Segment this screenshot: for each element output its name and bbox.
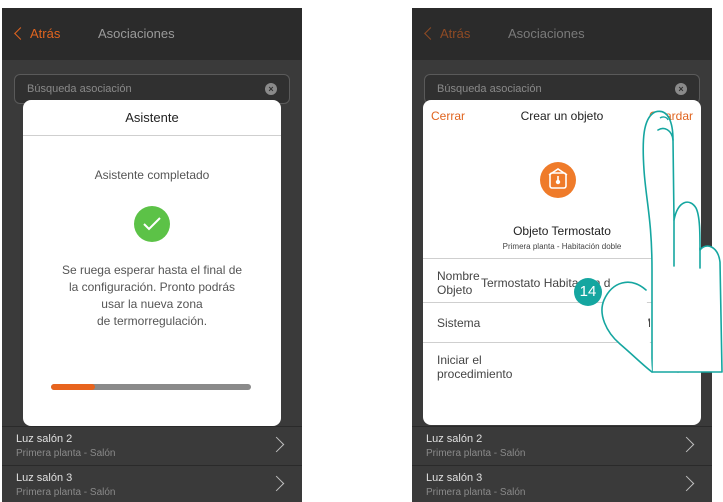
field-label: Nombre Objeto xyxy=(437,269,480,297)
chevron-left-icon xyxy=(424,27,437,40)
field-label-line: Iniciar el xyxy=(437,353,482,367)
search-placeholder: Búsqueda asociación xyxy=(27,83,132,95)
progress-fill xyxy=(51,384,95,390)
search-placeholder: Búsqueda asociación xyxy=(437,83,542,95)
object-title: Objeto Termostato xyxy=(513,224,611,238)
page-title: Asociaciones xyxy=(98,26,175,41)
chevron-right-icon xyxy=(670,275,686,291)
back-button[interactable]: Atrás xyxy=(14,26,61,41)
list-item[interactable]: Luz salón 3 Primera planta - Salón xyxy=(412,465,712,502)
chevron-right-icon xyxy=(678,475,695,492)
chevron-right-icon xyxy=(670,358,686,374)
progress-bar xyxy=(51,384,251,390)
save-button[interactable]: Guardar xyxy=(649,109,693,123)
message-line: usar la nueva zona xyxy=(101,297,203,311)
create-object-dialog: Crear un objeto Cerrar Guardar Objeto Te… xyxy=(423,100,701,425)
chevron-right-icon xyxy=(268,436,285,453)
object-name-field[interactable]: Nombre Objeto Termostato Habitación d xyxy=(423,258,701,302)
right-phone-screen: Atrás Asociaciones Búsqueda asociación ×… xyxy=(412,8,712,502)
message-line: Se ruega esperar hasta el final de xyxy=(61,263,243,277)
dialog-message: Se ruega esperar hasta el final de la co… xyxy=(37,262,267,330)
list-item-location: Primera planta - Salón xyxy=(426,448,526,459)
dialog-subtitle: Asistente completado xyxy=(94,168,210,182)
field-label: Iniciar el procedimiento xyxy=(437,353,512,381)
list-item-name: Luz salón 3 xyxy=(16,472,73,484)
system-field[interactable]: Sistema MyHOME xyxy=(423,302,701,342)
thermostat-icon xyxy=(540,162,576,198)
checkmark-icon xyxy=(134,206,170,242)
object-location: Primera planta - Habitación doble xyxy=(502,242,622,251)
close-button[interactable]: Cerrar xyxy=(431,109,465,123)
top-bar: Atrás Asociaciones xyxy=(412,8,712,60)
list-item-name: Luz salón 2 xyxy=(426,433,483,445)
list-item-location: Primera planta - Salón xyxy=(16,448,116,459)
list-item[interactable]: Luz salón 2 Primera planta - Salón xyxy=(2,426,302,464)
left-phone-screen: Atrás Asociaciones Búsqueda asociación ×… xyxy=(2,8,302,502)
back-label: Atrás xyxy=(30,26,61,41)
field-label-line: Objeto xyxy=(437,283,473,297)
chevron-right-icon xyxy=(268,475,285,492)
top-bar: Atrás Asociaciones xyxy=(2,8,302,60)
message-line: de termorregulación. xyxy=(96,314,208,328)
list-item-name: Luz salón 2 xyxy=(16,433,73,445)
list-item[interactable]: Luz salón 2 Primera planta - Salón xyxy=(412,426,712,464)
start-procedure-field[interactable]: Iniciar el procedimiento xyxy=(423,342,701,386)
message-line: la configuración. Pronto podrás xyxy=(68,280,236,294)
list-item-location: Primera planta - Salón xyxy=(16,487,116,498)
page-title: Asociaciones xyxy=(508,26,585,41)
list-item-location: Primera planta - Salón xyxy=(426,487,526,498)
clear-icon[interactable]: × xyxy=(265,83,277,95)
dialog-title: Asistente xyxy=(23,100,281,136)
list-item-name: Luz salón 3 xyxy=(426,472,483,484)
chevron-right-icon xyxy=(678,436,695,453)
step-number-badge: 14 xyxy=(574,278,602,306)
field-value: MyHOME xyxy=(607,316,659,330)
field-label: Sistema xyxy=(437,316,481,330)
chevron-right-icon xyxy=(670,315,686,331)
chevron-left-icon xyxy=(14,27,27,40)
wizard-dialog: Asistente Asistente completado Se ruega … xyxy=(23,100,281,426)
list-item[interactable]: Luz salón 3 Primera planta - Salón xyxy=(2,465,302,502)
dialog-header: Crear un objeto Cerrar Guardar xyxy=(423,100,701,130)
clear-icon[interactable]: × xyxy=(675,83,687,95)
back-label: Atrás xyxy=(440,26,471,41)
field-label-line: Nombre xyxy=(437,269,480,283)
field-label-line: procedimiento xyxy=(437,367,513,381)
back-button[interactable]: Atrás xyxy=(424,26,471,41)
